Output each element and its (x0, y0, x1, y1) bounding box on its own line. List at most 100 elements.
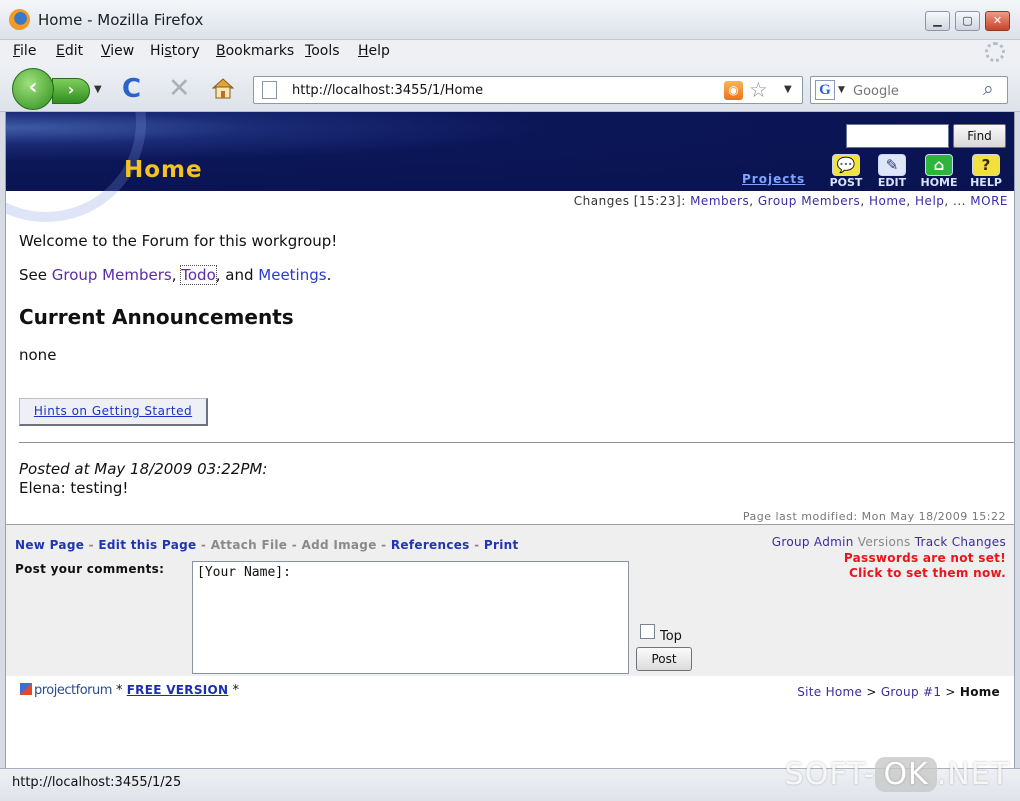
menu-bar: File Edit View History Bookmarks Tools H… (0, 40, 1020, 64)
group-link[interactable]: Group #1 (881, 685, 941, 699)
url-text[interactable]: http://localhost:3455/1/Home (292, 83, 483, 98)
top-checkbox-label: Top (660, 629, 682, 644)
watermark-pre: SOFT- (784, 757, 876, 792)
references-link[interactable]: References (391, 538, 470, 552)
see-prefix: See (19, 266, 52, 284)
home-icon[interactable] (211, 77, 235, 99)
edit-pencil-icon: ✎ (878, 154, 906, 176)
menu-help[interactable]: Help (358, 43, 390, 59)
maximize-button[interactable]: ▢ (955, 11, 980, 31)
announcements-text: none (19, 346, 57, 364)
watermark: SOFT- OK .NET (785, 757, 1010, 792)
find-input[interactable] (846, 124, 949, 148)
watermark-ok: OK (875, 757, 937, 792)
rss-feed-icon[interactable]: ◉ (724, 81, 743, 100)
forward-button[interactable]: › (52, 78, 90, 104)
menu-bookmarks[interactable]: Bookmarks (216, 43, 294, 59)
close-button[interactable]: ✕ (985, 11, 1010, 31)
home-house-icon: ⌂ (925, 154, 953, 176)
welcome-text: Welcome to the Forum for this workgroup! (19, 232, 338, 250)
title-bar: Home - Mozilla Firefox ▁ ▢ ✕ (0, 0, 1020, 40)
search-engine-dropdown-icon[interactable]: ▼ (838, 85, 845, 95)
menu-edit[interactable]: Edit (56, 43, 83, 59)
top-checkbox[interactable] (640, 624, 655, 639)
projects-link[interactable]: Projects (742, 172, 805, 186)
meetings-link[interactable]: Meetings (258, 266, 326, 284)
hints-button-label: Hints on Getting Started (33, 404, 193, 418)
edit-tool-button[interactable]: ✎ EDIT (872, 154, 912, 190)
status-text: http://localhost:3455/1/25 (12, 775, 182, 790)
changes-link-home[interactable]: Home (869, 194, 906, 208)
comment-label: Post your comments: (15, 562, 165, 576)
search-input[interactable] (851, 81, 976, 101)
breadcrumb: Site Home > Group #1 > Home (797, 685, 1000, 699)
print-link[interactable]: Print (484, 538, 519, 552)
admin-links: Group Admin Versions Track Changes (772, 535, 1006, 549)
logo-text: projectforum (34, 683, 112, 698)
changes-link-group-members[interactable]: Group Members (758, 194, 860, 208)
minimize-button[interactable]: ▁ (925, 11, 950, 31)
help-label: HELP (970, 176, 1002, 189)
star: * (116, 683, 123, 698)
breadcrumb-sep: > (941, 685, 960, 699)
post-tool-button[interactable]: 💬 POST (826, 154, 866, 190)
site-home-link[interactable]: Site Home (797, 685, 862, 699)
new-page-link[interactable]: New Page (15, 538, 84, 552)
sep: - (287, 538, 302, 552)
page-actions: New Page - Edit this Page - Attach File … (15, 538, 518, 552)
track-changes-link[interactable]: Track Changes (915, 535, 1006, 549)
firefox-logo-icon (9, 9, 30, 30)
window-title: Home - Mozilla Firefox (38, 11, 204, 29)
menu-view[interactable]: View (101, 43, 134, 59)
changes-link-members[interactable]: Members (690, 194, 749, 208)
find-button[interactable]: Find (953, 124, 1006, 148)
footer-panel: New Page - Edit this Page - Attach File … (6, 524, 1014, 676)
page-title: Home (124, 157, 203, 183)
group-admin-link[interactable]: Group Admin (772, 535, 854, 549)
see-and: , and (215, 266, 259, 284)
help-question-icon: ? (972, 154, 1000, 176)
edit-label: EDIT (877, 176, 907, 189)
projectforum-logo: projectforum * FREE VERSION * (20, 683, 239, 698)
post-button[interactable]: Post (636, 647, 692, 671)
search-bar: G ▼ ⌕ (810, 76, 1008, 104)
menu-history[interactable]: History (150, 43, 200, 59)
help-tool-button[interactable]: ? HELP (966, 154, 1006, 190)
changes-more-link[interactable]: MORE (970, 194, 1008, 208)
url-dropdown-icon[interactable]: ▼ (784, 84, 792, 95)
group-members-link[interactable]: Group Members (52, 266, 172, 284)
site-banner: Home Find Projects 💬 POST ✎ EDIT ⌂ HOME … (6, 112, 1014, 222)
breadcrumb-sep: > (862, 685, 881, 699)
star: * (232, 683, 240, 698)
todo-link[interactable]: Todo (180, 265, 217, 285)
sep: - (376, 538, 391, 552)
password-set-link[interactable]: Click to set them now. (849, 566, 1006, 580)
password-warning[interactable]: Passwords are not set! (844, 551, 1006, 565)
comment-textarea[interactable]: [Your Name]: (192, 561, 629, 674)
post-timestamp: Posted at May 18/2009 03:22PM: (19, 460, 268, 478)
menu-tools[interactable]: Tools (305, 43, 340, 59)
google-icon[interactable]: G (815, 80, 835, 100)
changes-prefix: Changes [15:23]: (573, 194, 691, 208)
see-end: . (326, 266, 332, 284)
hints-button[interactable]: Hints on Getting Started (19, 398, 208, 426)
post-label: POST (829, 176, 863, 189)
back-button[interactable]: ‹ (12, 68, 54, 110)
address-bar[interactable]: http://localhost:3455/1/Home ◉ ☆ ▼ (253, 76, 803, 104)
attach-file-disabled: Attach File (210, 538, 288, 552)
free-version-link[interactable]: FREE VERSION (127, 683, 229, 697)
last-modified: Page last modified: Mon May 18/2009 15:2… (742, 510, 1006, 523)
search-icon[interactable]: ⌕ (983, 78, 994, 100)
menu-file[interactable]: File (13, 43, 36, 59)
edit-page-link[interactable]: Edit this Page (98, 538, 196, 552)
changes-ellipsis: , ... (944, 194, 971, 208)
reload-icon[interactable]: C (122, 74, 141, 104)
home-tool-button[interactable]: ⌂ HOME (919, 154, 959, 190)
changes-link-help[interactable]: Help (915, 194, 944, 208)
page-content: Home Find Projects 💬 POST ✎ EDIT ⌂ HOME … (5, 112, 1015, 768)
activity-throbber-icon (985, 42, 1005, 62)
history-dropdown-icon[interactable]: ▼ (94, 84, 102, 95)
sep: - (196, 538, 211, 552)
bookmark-star-icon[interactable]: ☆ (749, 78, 768, 102)
stop-icon[interactable]: ✕ (168, 73, 191, 104)
